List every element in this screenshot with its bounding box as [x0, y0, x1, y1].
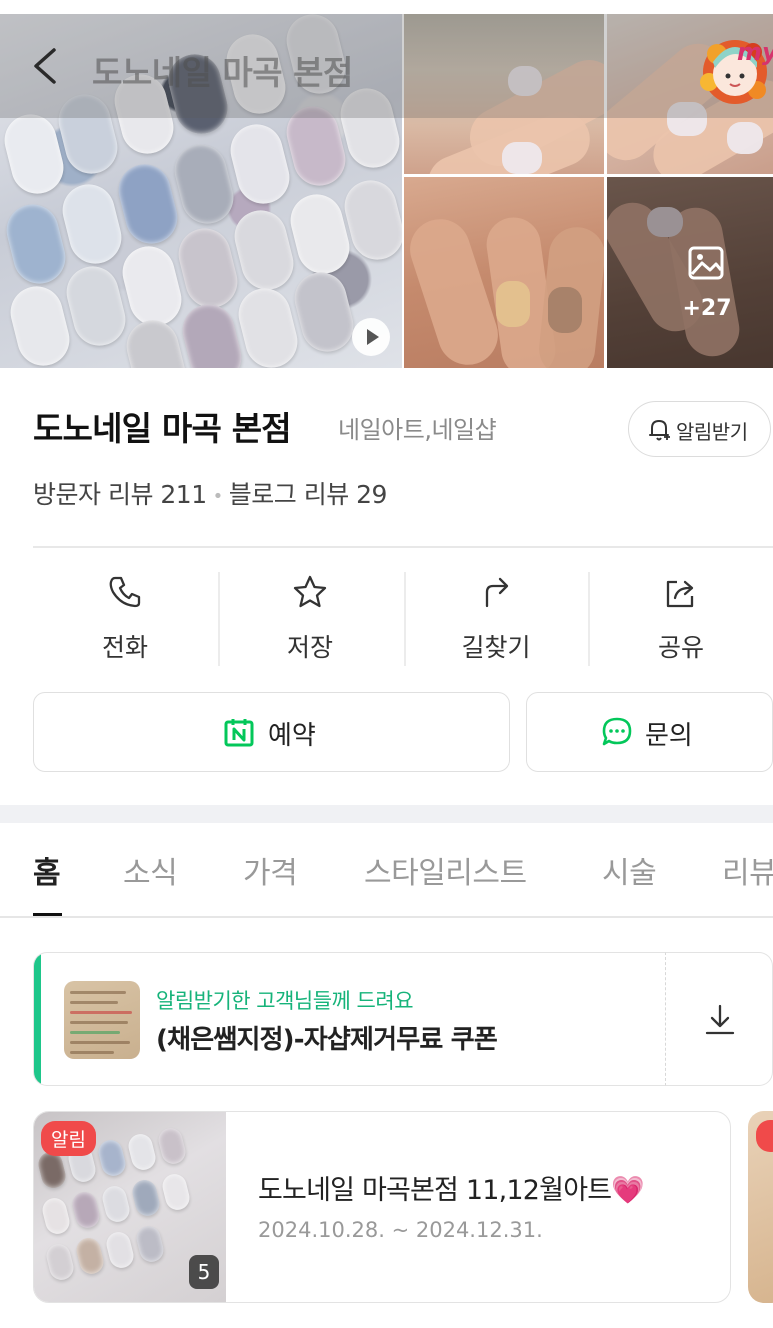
share-icon — [666, 580, 694, 608]
tab-treatment[interactable]: 시술 — [602, 848, 657, 892]
autumn-avatar-icon — [700, 40, 767, 104]
coupon-card[interactable]: 알림받기한 고객님들께 드려요 (채은쌤지정)-자샵제거무료 쿠폰 — [33, 952, 773, 1086]
next-notice-badge — [756, 1120, 773, 1152]
notice-date-range: 2024.10.28. ~ 2024.12.31. — [258, 1218, 543, 1242]
call-label: 전화 — [101, 633, 148, 662]
share-button[interactable]: 공유 — [588, 572, 773, 666]
tab-stylist[interactable]: 스타일리스트 — [364, 848, 527, 892]
image-icon — [688, 246, 724, 280]
section-separator — [0, 805, 773, 823]
inquiry-label: 문의 — [645, 721, 693, 751]
notify-button[interactable]: 알림받기 — [628, 401, 771, 457]
save-button[interactable]: 저장 — [217, 572, 403, 666]
coupon-accent-bar — [34, 953, 41, 1085]
coupon-body: 알림받기한 고객님들께 드려요 (채은쌤지정)-자샵제거무료 쿠폰 — [33, 952, 665, 1086]
reserve-button[interactable]: 예약 — [33, 692, 510, 772]
video-play-button[interactable] — [352, 318, 390, 356]
back-button[interactable] — [26, 44, 66, 88]
heart-emoji-icon: 💗 — [611, 1175, 645, 1206]
naver-booking-icon — [224, 719, 254, 747]
notice-title: 도노네일 마곡본점 11,12월아트💗 — [258, 1168, 645, 1207]
share-label: 공유 — [657, 633, 704, 662]
directions-button[interactable]: 길찾기 — [403, 572, 589, 666]
chevron-left-icon — [34, 48, 56, 84]
phone-icon — [109, 576, 141, 608]
notice-card[interactable]: 알림 5 도노네일 마곡본점 11,12월아트💗 2024.10.28. ~ 2… — [33, 1111, 731, 1303]
coupon-title: (채은쌤지정)-자샵제거무료 쿠폰 — [156, 1025, 498, 1055]
notice-thumbnail: 알림 5 — [34, 1112, 226, 1302]
save-label: 저장 — [286, 633, 333, 662]
notice-title-text: 도노네일 마곡본점 11,12월아트 — [258, 1175, 612, 1206]
divider — [33, 546, 773, 548]
notice-image-count: 5 — [189, 1255, 219, 1289]
more-photos-count: +27 — [682, 296, 732, 321]
notice-badge: 알림 — [41, 1121, 96, 1156]
tab-price[interactable]: 가격 — [243, 848, 298, 892]
tab-news[interactable]: 소식 — [123, 848, 178, 892]
tab-home[interactable]: 홈 — [33, 848, 61, 892]
directions-icon — [485, 577, 509, 608]
coupon-download-button[interactable] — [665, 952, 773, 1086]
play-icon — [367, 329, 379, 345]
place-name: 도노네일 마곡 본점 — [33, 409, 292, 448]
review-counts: 방문자 리뷰 211 • 블로그 리뷰 29 — [33, 475, 387, 511]
blog-reviews-link[interactable]: 블로그 리뷰 29 — [229, 480, 388, 509]
tab-review[interactable]: 리뷰 — [722, 848, 773, 892]
header-title: 도노네일 마곡 본점 — [92, 53, 353, 92]
visitor-reviews-link[interactable]: 방문자 리뷰 211 — [33, 480, 207, 509]
my-profile-avatar[interactable]: my — [695, 24, 773, 108]
tab-divider — [0, 916, 773, 918]
coupon-thumbnail — [64, 981, 140, 1059]
directions-label: 길찾기 — [461, 633, 531, 662]
download-icon — [705, 1004, 735, 1035]
star-icon — [293, 575, 327, 608]
chat-bubble-icon — [602, 717, 632, 746]
inquiry-button[interactable]: 문의 — [526, 692, 773, 772]
call-button[interactable]: 전화 — [32, 572, 218, 666]
gallery-photo-4[interactable] — [404, 177, 604, 368]
photo-gallery: 도노네일 마곡 본점 my +27 — [0, 14, 773, 368]
coupon-subtitle: 알림받기한 고객님들께 드려요 — [156, 989, 414, 1013]
place-category: 네일아트,네일샵 — [338, 416, 497, 444]
next-notice-card[interactable] — [748, 1111, 773, 1303]
notify-button-label: 알림받기 — [676, 420, 748, 444]
my-badge-text: my — [737, 38, 773, 66]
separator-dot: • — [212, 485, 224, 507]
bell-plus-icon — [649, 420, 670, 441]
reserve-label: 예약 — [268, 721, 316, 751]
